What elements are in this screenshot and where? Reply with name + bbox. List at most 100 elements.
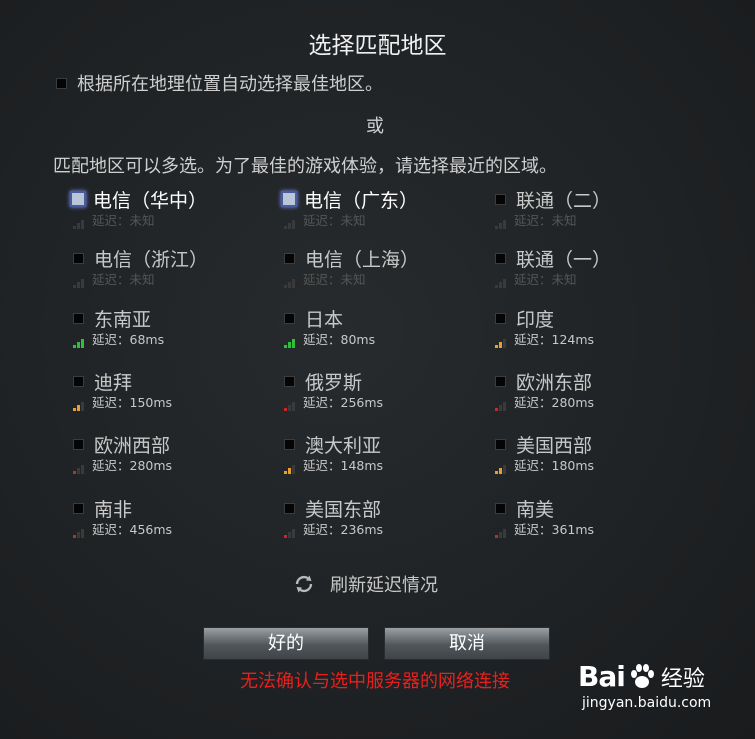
region-latency: 延迟：80ms <box>303 332 376 347</box>
region-option[interactable]: 美国东部 延迟：236ms <box>284 496 484 546</box>
signal-bar <box>288 282 291 288</box>
region-option[interactable]: 电信（上海） 延迟：未知 <box>284 246 484 296</box>
signal-bar <box>499 223 502 229</box>
region-option[interactable]: 东南亚 延迟：68ms <box>73 306 273 356</box>
signal-strength-icon <box>495 528 511 538</box>
region-option[interactable]: 俄罗斯 延迟：256ms <box>284 369 484 419</box>
region-checkbox[interactable] <box>73 312 84 324</box>
match-region-dialog: 选择匹配地区 根据所在地理位置自动选择最佳地区。 或 匹配地区可以多选。为了最佳… <box>0 0 755 739</box>
signal-strength-icon <box>284 401 300 411</box>
region-header: 美国东部 <box>284 496 484 521</box>
signal-bar <box>503 465 506 474</box>
signal-bar <box>77 282 80 288</box>
region-option[interactable]: 欧洲东部 延迟：280ms <box>495 369 695 419</box>
region-option[interactable]: 印度 延迟：124ms <box>495 306 695 356</box>
region-checkbox[interactable] <box>70 191 86 207</box>
region-name: 日本 <box>305 308 344 331</box>
refresh-latency-button[interactable]: 刷新延迟情况 <box>292 571 438 597</box>
region-checkbox[interactable] <box>281 191 297 207</box>
region-checkbox[interactable] <box>284 438 295 450</box>
region-option[interactable]: 联通（二） 延迟：未知 <box>495 187 695 237</box>
signal-bar <box>503 402 506 411</box>
auto-select-option[interactable]: 根据所在地理位置自动选择最佳地区。 <box>56 70 383 96</box>
region-checkbox[interactable] <box>495 252 506 264</box>
region-option[interactable]: 南非 延迟：456ms <box>73 496 273 546</box>
region-header: 电信（华中） <box>70 187 273 212</box>
signal-bar <box>292 279 295 288</box>
signal-bar <box>495 408 498 411</box>
region-checkbox[interactable] <box>495 375 506 387</box>
region-option[interactable]: 日本 延迟：80ms <box>284 306 484 356</box>
region-option[interactable]: 澳大利亚 延迟：148ms <box>284 432 484 482</box>
signal-bar <box>284 285 287 288</box>
region-name: 美国东部 <box>305 498 382 521</box>
signal-strength-icon <box>284 464 300 474</box>
signal-bar <box>288 532 291 538</box>
region-checkbox[interactable] <box>73 252 84 264</box>
region-latency: 延迟：256ms <box>303 395 384 410</box>
region-header: 电信（广东） <box>281 187 484 212</box>
region-option[interactable]: 联通（一） 延迟：未知 <box>495 246 695 296</box>
region-option[interactable]: 电信（广东） 延迟：未知 <box>281 187 484 237</box>
signal-strength-icon <box>284 338 300 348</box>
region-option[interactable]: 欧洲西部 延迟：280ms <box>73 432 273 482</box>
signal-bar <box>292 220 295 229</box>
region-checkbox[interactable] <box>284 312 295 324</box>
region-latency-row: 延迟：未知 <box>495 213 695 229</box>
region-latency-row: 延迟：80ms <box>284 332 484 348</box>
signal-strength-icon <box>73 528 89 538</box>
region-checkbox[interactable] <box>495 502 506 514</box>
region-checkbox[interactable] <box>495 438 506 450</box>
region-checkbox[interactable] <box>73 438 84 450</box>
region-name: 欧洲东部 <box>516 371 593 394</box>
signal-strength-icon <box>73 219 89 229</box>
region-header: 澳大利亚 <box>284 432 484 457</box>
region-checkbox[interactable] <box>284 502 295 514</box>
region-name: 俄罗斯 <box>305 371 363 394</box>
watermark-brand-cn: 经验 <box>660 666 705 692</box>
dialog-title: 选择匹配地区 <box>308 33 447 59</box>
region-latency: 延迟：未知 <box>92 213 155 228</box>
region-latency-row: 延迟：180ms <box>495 458 695 474</box>
ok-button[interactable]: 好的 <box>203 627 369 660</box>
region-checkbox[interactable] <box>495 193 506 205</box>
signal-bar <box>499 282 502 288</box>
signal-bar <box>81 220 84 229</box>
region-checkbox[interactable] <box>284 252 295 264</box>
region-option[interactable]: 电信（浙江） 延迟：未知 <box>73 246 273 296</box>
signal-bar <box>499 342 502 348</box>
region-latency: 延迟：150ms <box>92 395 173 410</box>
region-latency-row: 延迟：68ms <box>73 332 273 348</box>
region-checkbox[interactable] <box>495 312 506 324</box>
signal-bar <box>499 468 502 474</box>
signal-strength-icon <box>495 278 511 288</box>
signal-bar <box>284 226 287 229</box>
signal-strength-icon <box>73 338 89 348</box>
auto-select-checkbox[interactable] <box>56 77 67 89</box>
region-name: 电信（华中） <box>93 189 208 212</box>
region-option[interactable]: 南美 延迟：361ms <box>495 496 695 546</box>
region-checkbox[interactable] <box>284 375 295 387</box>
signal-bar <box>499 532 502 538</box>
region-option[interactable]: 美国西部 延迟：180ms <box>495 432 695 482</box>
region-checkbox[interactable] <box>73 375 84 387</box>
region-option[interactable]: 迪拜 延迟：150ms <box>73 369 273 419</box>
cancel-button[interactable]: 取消 <box>384 627 550 660</box>
signal-bar <box>77 342 80 348</box>
signal-bar <box>288 223 291 229</box>
signal-bar <box>73 408 76 411</box>
auto-select-label: 根据所在地理位置自动选择最佳地区。 <box>77 74 383 95</box>
signal-strength-icon <box>284 278 300 288</box>
signal-bar <box>292 402 295 411</box>
signal-bar <box>81 465 84 474</box>
region-checkbox[interactable] <box>73 502 84 514</box>
region-latency: 延迟：未知 <box>514 272 577 287</box>
region-name: 美国西部 <box>516 434 593 457</box>
watermark-brand: Bai <box>578 660 626 693</box>
signal-strength-icon <box>73 464 89 474</box>
region-name: 电信（广东） <box>304 189 419 212</box>
signal-bar <box>81 339 84 348</box>
region-option[interactable]: 电信（华中） 延迟：未知 <box>70 187 273 237</box>
region-latency-row: 延迟：456ms <box>73 522 273 538</box>
signal-bar <box>495 226 498 229</box>
